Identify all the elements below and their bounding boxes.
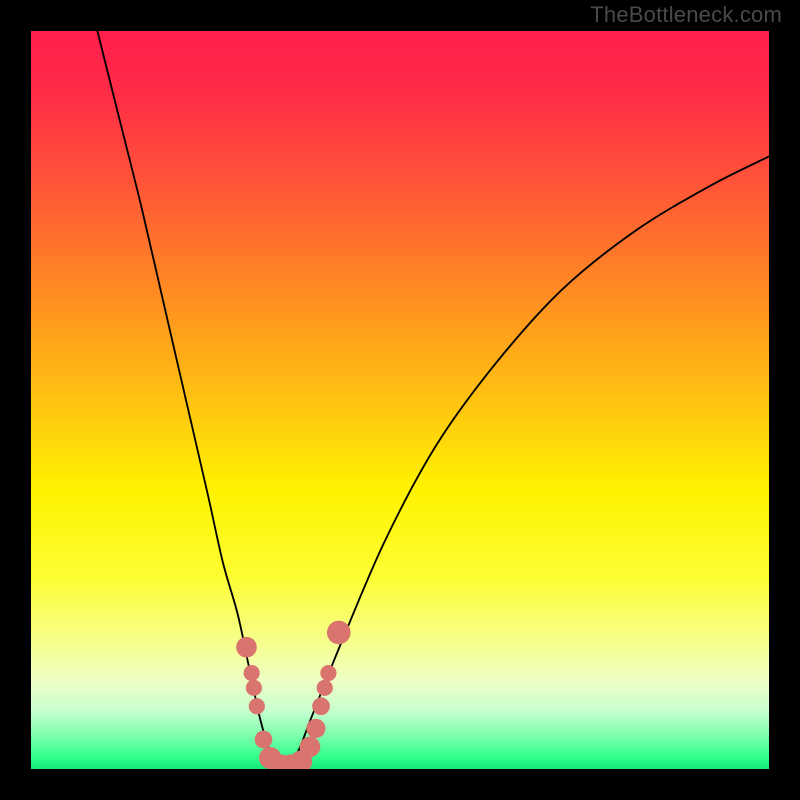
curve-marker — [255, 731, 273, 749]
chart-frame: TheBottleneck.com — [0, 0, 800, 800]
bottleneck-curve — [31, 31, 769, 769]
curve-marker — [317, 680, 333, 696]
curve-marker — [327, 621, 351, 645]
curve-marker — [236, 637, 257, 658]
curve-marker — [244, 665, 260, 681]
plot-area — [31, 31, 769, 769]
curve-marker — [249, 698, 265, 714]
curve-marker — [306, 719, 325, 738]
curve-marker — [246, 680, 262, 696]
curve-marker — [312, 697, 330, 715]
attribution-text: TheBottleneck.com — [590, 2, 782, 28]
curve-marker — [300, 737, 321, 758]
curve-marker — [320, 665, 336, 681]
